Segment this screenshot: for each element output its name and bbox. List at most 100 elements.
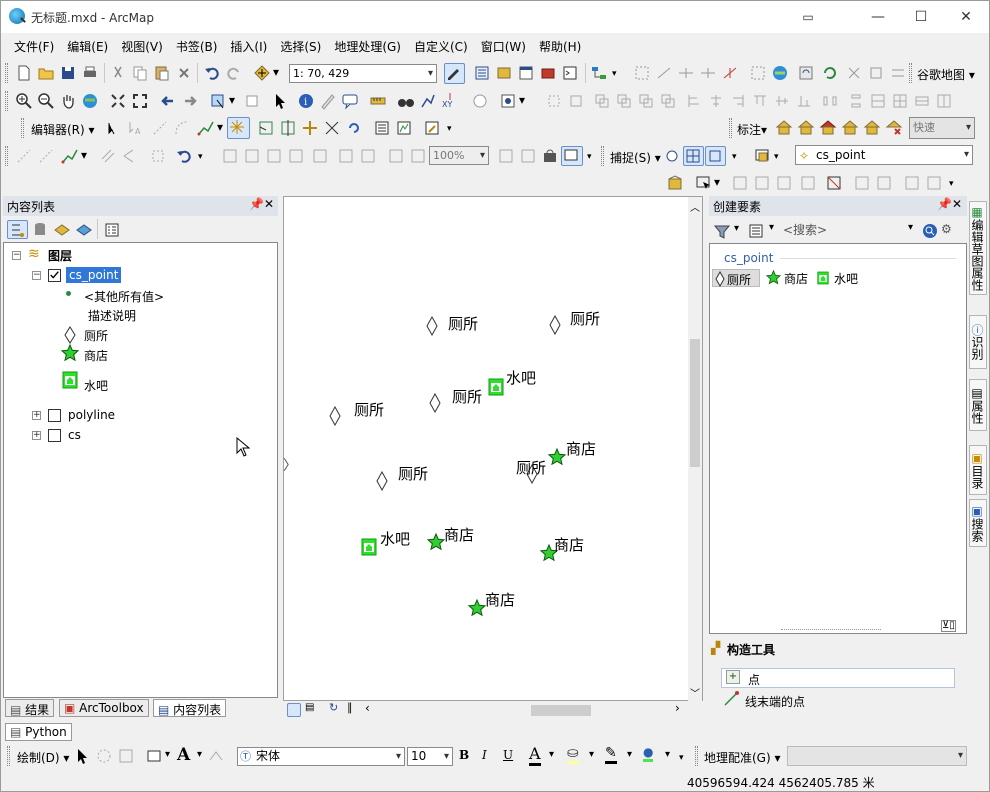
georef-tool-8-icon[interactable] [867,64,885,82]
select-elements-icon[interactable] [271,92,289,110]
cs-point-checkbox[interactable] [48,269,61,282]
tool-point-at-end-of-line[interactable]: 线末端的点 [721,691,955,709]
toilet-marker-icon[interactable] [429,392,441,416]
bold-button[interactable]: B [459,748,469,762]
identify-icon[interactable]: i [297,92,315,110]
marker-color-icon[interactable]: ● [643,745,654,762]
align-tool-4-icon[interactable] [751,92,769,110]
end-snap-icon[interactable] [683,146,704,166]
open-folder-icon[interactable] [37,64,55,82]
georef-tool-4-icon[interactable] [699,64,717,82]
pause-drawing-icon[interactable]: ∥ [347,701,353,714]
clear-selection-icon[interactable] [243,92,261,110]
georef-tool-3-icon[interactable] [677,64,695,82]
label-quality-select[interactable]: 快速 [909,117,975,139]
pause-labeling-icon[interactable] [863,119,881,137]
layout-tool-5-icon[interactable] [311,147,329,165]
utility-overflow-icon[interactable]: ▾ [949,179,954,189]
refresh-view-icon[interactable]: ↻ [329,701,338,714]
trace-icon[interactable] [197,119,215,137]
layout-tool-8-icon[interactable] [387,147,405,165]
menu-file[interactable]: 文件(F) [8,35,61,55]
vertex-snap-icon[interactable] [705,146,726,166]
root-collapse-icon[interactable]: − [12,251,21,260]
toc-close-icon[interactable]: ✕ [264,197,274,211]
utility-tool-9-icon[interactable] [925,174,943,192]
label-weight-icon[interactable] [819,119,837,137]
attributes-icon[interactable] [373,119,391,137]
list-by-selection-icon[interactable] [75,221,93,239]
advanced-overflow-icon[interactable]: ▾ [198,152,203,162]
template-water-bar[interactable]: 水吧 [816,269,862,287]
layout-tool-2-icon[interactable] [243,147,261,165]
topology-tool-1-icon[interactable] [545,92,563,110]
snapping-dropdown[interactable]: 捕捉(S) ▾ [610,149,661,166]
utility-tool-3-icon[interactable] [775,174,793,192]
catalog-tab[interactable]: ▣目录 [969,445,987,495]
reshape-feature-icon[interactable] [257,119,275,137]
restore-layout-icon[interactable]: ▭ [793,5,823,29]
cf-pin-icon[interactable]: 📌 [937,197,952,211]
menu-customize[interactable]: 自定义(C) [408,35,475,55]
collapse-left-icon[interactable]: 〉 [283,455,297,475]
distribute-tool-3-icon[interactable] [869,92,887,110]
python-tab[interactable]: ▤ Python [5,723,72,741]
scroll-down-icon[interactable]: ﹀ [690,685,700,700]
line-color-icon[interactable]: ✎ [605,745,617,764]
cf-collapse-icon[interactable]: ⊻▯ [941,620,956,632]
menu-windows[interactable]: 窗口(W) [475,35,533,55]
cf-close-icon[interactable]: ✕ [952,197,962,211]
vertex-tool-icon[interactable] [149,147,167,165]
utility-box-icon[interactable] [666,174,684,192]
layout-overflow-icon[interactable]: ▾ [587,152,592,162]
menu-geoprocessing[interactable]: 地理处理(G) [328,35,408,55]
find-binoculars-icon[interactable] [397,92,415,110]
measure-icon[interactable] [369,92,387,110]
search-icon[interactable] [921,222,939,240]
redo-icon[interactable] [225,64,243,82]
forward-extent-icon[interactable] [181,92,199,110]
results-tab[interactable]: ▤ 结果 [5,699,55,717]
map-scale-select[interactable]: 1: 70, 429 [289,64,437,83]
polyline-checkbox[interactable] [48,409,61,422]
template-toilet[interactable]: 厕所 [712,269,760,288]
georef-layer-select[interactable] [787,746,967,766]
utility-select-icon[interactable] [694,174,712,192]
utility-dropdown[interactable]: ▾ [714,175,720,189]
layout-tool-9-icon[interactable] [409,147,427,165]
data-view-icon[interactable] [287,703,301,717]
toilet-marker-icon[interactable] [549,314,561,338]
search-tab[interactable]: ▣搜索 [969,499,987,547]
organize-templates-icon[interactable] [713,222,731,240]
point-snap-icon[interactable] [663,147,681,165]
editor-menu-dropdown[interactable]: 编辑器(R) ▾ [31,121,95,138]
edit-vertices-icon[interactable] [207,747,225,765]
line-color-dropdown[interactable]: ▾ [627,749,632,760]
layout-view-icon[interactable]: ▤ [305,702,314,713]
rectangle-dropdown[interactable]: ▾ [165,749,170,760]
topology-tool-6-icon[interactable] [659,92,677,110]
root-layers-label[interactable]: 图层 [48,247,72,264]
lock-labels-icon[interactable] [841,119,859,137]
underline-button[interactable]: U [503,748,513,762]
pin-icon[interactable]: 📌 [249,197,264,211]
cut-icon[interactable] [109,64,127,82]
delete-icon[interactable] [175,64,193,82]
shop-marker-icon[interactable] [547,447,567,469]
edit-sketch-properties-tab[interactable]: ▦编辑草图属性 [969,201,987,295]
editor-overflow-icon[interactable]: ▾ [447,124,452,134]
marker-color-dropdown[interactable]: ▾ [665,749,670,760]
feature-template-icon[interactable] [753,147,771,165]
clear-search-icon[interactable]: ⚙ [941,222,952,236]
topology-tool-3-icon[interactable] [593,92,611,110]
toolbar-overflow-icon[interactable]: ▾ [612,69,617,79]
editor-toolbar-icon[interactable] [444,63,465,84]
rotate-icon[interactable] [345,119,363,137]
scroll-left-icon[interactable]: ‹ [365,701,370,715]
full-extent-icon[interactable] [81,92,99,110]
align-tool-3-icon[interactable] [729,92,747,110]
align-tool-2-icon[interactable] [707,92,725,110]
catalog-icon[interactable] [495,64,513,82]
find-route-icon[interactable] [419,92,437,110]
arctoolbox-icon[interactable] [539,64,557,82]
